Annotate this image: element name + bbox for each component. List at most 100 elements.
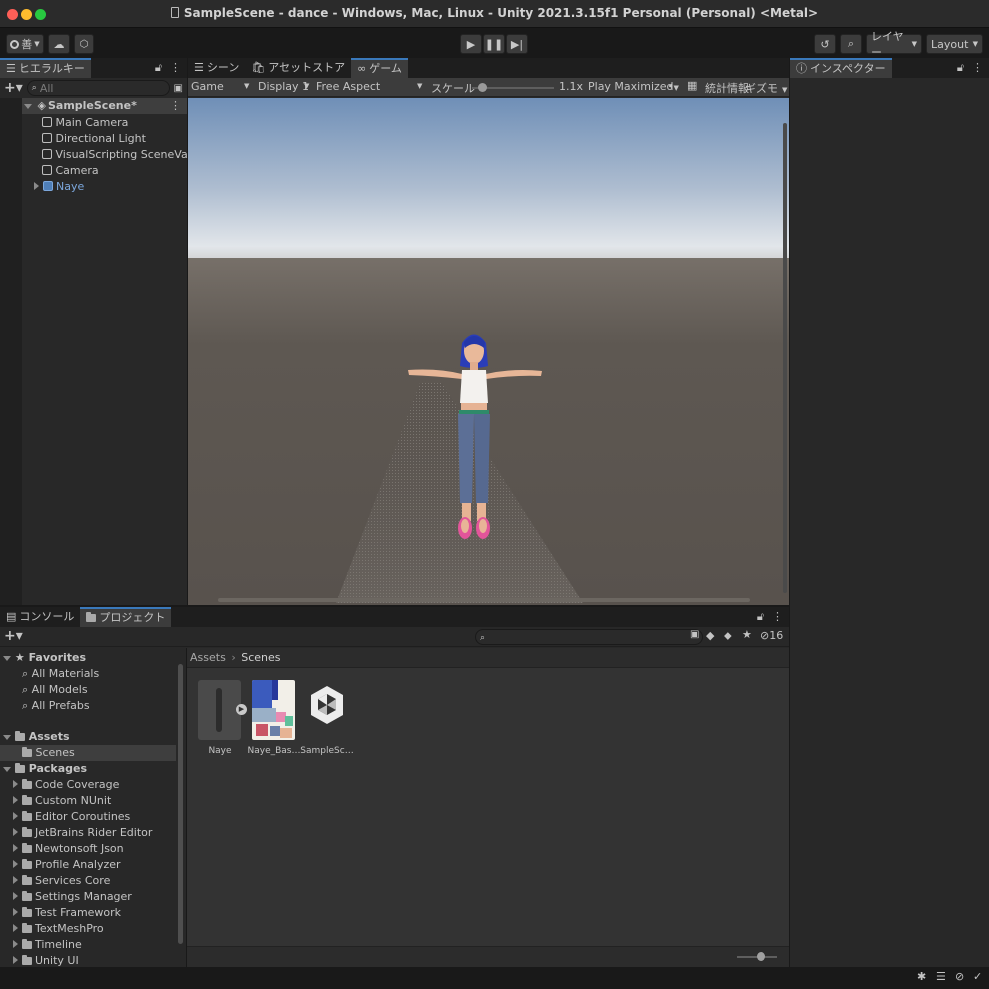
tab-game[interactable]: ∞ ゲーム bbox=[351, 58, 408, 78]
icon-size-slider[interactable] bbox=[737, 952, 777, 961]
package-item[interactable]: Newtonsoft Json bbox=[13, 841, 124, 857]
expand-arrow-icon[interactable] bbox=[13, 908, 18, 916]
expand-prefab-icon[interactable]: ▶ bbox=[236, 704, 247, 715]
tab-asset-store[interactable]: 🛍︎ アセットストア bbox=[245, 58, 351, 78]
tree-scrollbar[interactable] bbox=[178, 664, 183, 944]
hierarchy-search-input[interactable]: ⌕ All bbox=[26, 80, 170, 96]
package-item[interactable]: Timeline bbox=[13, 937, 82, 953]
package-item[interactable]: Test Framework bbox=[13, 905, 121, 921]
bug-icon[interactable]: ✱ bbox=[917, 970, 926, 983]
package-item[interactable]: Settings Manager bbox=[13, 889, 132, 905]
stats-button[interactable]: 統計情報 bbox=[705, 80, 749, 96]
add-icon[interactable]: +▾ bbox=[4, 80, 23, 96]
hierarchy-item[interactable]: Directional Light bbox=[42, 131, 146, 147]
step-button[interactable]: ▶| bbox=[506, 34, 528, 54]
slider-thumb[interactable] bbox=[757, 952, 765, 961]
package-item[interactable]: Profile Analyzer bbox=[13, 857, 121, 873]
breadcrumb-root[interactable]: Assets bbox=[190, 651, 226, 664]
package-item[interactable]: Unity UI bbox=[13, 953, 79, 967]
texture-thumbnail[interactable] bbox=[252, 680, 295, 740]
expand-arrow-icon[interactable] bbox=[13, 828, 18, 836]
tab-inspector[interactable]: ⓘ インスペクター bbox=[790, 58, 892, 78]
favorite-item[interactable]: ⌕ All Models bbox=[22, 682, 88, 698]
play-button[interactable]: ▶ bbox=[460, 34, 482, 54]
tab-hierarchy[interactable]: ☰ ヒエラルキー bbox=[0, 58, 91, 78]
lock-icon[interactable]: 🔓︎ bbox=[155, 61, 162, 75]
expand-arrow-icon[interactable] bbox=[13, 876, 18, 884]
folder-item-scenes[interactable]: Scenes bbox=[0, 745, 176, 761]
kebab-menu-icon[interactable]: ⋮ bbox=[170, 98, 181, 114]
tab-project[interactable]: プロジェクト bbox=[80, 607, 172, 627]
filter-icon[interactable]: ▣ bbox=[174, 83, 183, 94]
favorite-item[interactable]: ⌕ All Prefabs bbox=[22, 698, 90, 714]
tab-scene[interactable]: ☰ シーン bbox=[188, 58, 245, 78]
expand-arrow-icon[interactable] bbox=[13, 956, 18, 964]
expand-arrow-icon[interactable] bbox=[34, 182, 39, 190]
hierarchy-item[interactable]: Camera bbox=[42, 163, 99, 179]
layers-dropdown[interactable]: レイヤー ▼ bbox=[866, 30, 922, 59]
expand-arrow-icon[interactable] bbox=[3, 735, 11, 740]
scale-slider[interactable] bbox=[472, 83, 554, 92]
expand-arrow-icon[interactable] bbox=[13, 924, 18, 932]
favorite-icon[interactable]: ★ bbox=[742, 628, 752, 641]
package-item[interactable]: Services Core bbox=[13, 873, 110, 889]
package-item[interactable]: TextMeshPro bbox=[13, 921, 104, 937]
kebab-menu-icon[interactable]: ⋮ bbox=[772, 610, 783, 624]
label-filter-icon[interactable]: ⬥ bbox=[724, 629, 732, 643]
package-item[interactable]: Editor Coroutines bbox=[13, 809, 130, 825]
scene-row[interactable]: ◈ SampleScene* ⋮ bbox=[22, 98, 187, 114]
expand-arrow-icon[interactable] bbox=[24, 104, 32, 109]
play-mode-dropdown[interactable]: Play Maximized▼ bbox=[588, 80, 679, 93]
hierarchy-item[interactable]: Main Camera bbox=[42, 115, 128, 131]
breadcrumb-current[interactable]: Scenes bbox=[241, 651, 280, 664]
hidden-packages-icon[interactable]: ⊘16 bbox=[760, 629, 783, 642]
gizmos-dropdown[interactable]: ギズモ ▼ bbox=[745, 80, 787, 96]
expand-arrow-icon[interactable] bbox=[13, 812, 18, 820]
account-dropdown[interactable]: 善 ▼ bbox=[6, 34, 44, 54]
kebab-menu-icon[interactable]: ⋮ bbox=[170, 61, 181, 75]
type-filter-icon[interactable]: ◆ bbox=[706, 629, 714, 642]
search-filter-icon[interactable]: ▣ bbox=[690, 629, 699, 640]
unity-scene-icon[interactable] bbox=[307, 682, 347, 737]
packages-header[interactable]: Packages bbox=[3, 761, 87, 777]
game-mode-dropdown[interactable]: Game ▼ bbox=[191, 80, 251, 93]
expand-arrow-icon[interactable] bbox=[13, 892, 18, 900]
expand-arrow-icon[interactable] bbox=[13, 796, 18, 804]
package-item[interactable]: Custom NUnit bbox=[13, 793, 111, 809]
project-search-input[interactable]: ⌕ bbox=[475, 629, 703, 645]
favorites-header[interactable]: ★ Favorites bbox=[3, 650, 86, 666]
aspect-dropdown[interactable]: Free Aspect ▼ bbox=[316, 80, 426, 93]
expand-arrow-icon[interactable] bbox=[3, 656, 11, 661]
audio-mute-icon[interactable]: 🔈︎ bbox=[669, 79, 676, 93]
expand-arrow-icon[interactable] bbox=[3, 767, 11, 772]
game-view[interactable] bbox=[188, 98, 789, 605]
checkmark-icon[interactable]: ✓ bbox=[973, 970, 982, 983]
expand-arrow-icon[interactable] bbox=[13, 780, 18, 788]
cloud-button[interactable]: ☁ bbox=[48, 34, 70, 54]
expand-arrow-icon[interactable] bbox=[13, 940, 18, 948]
pause-button[interactable]: ❚❚ bbox=[483, 34, 505, 54]
lock-icon[interactable]: 🔓︎ bbox=[957, 61, 964, 75]
history-button[interactable]: ↺ bbox=[814, 34, 836, 54]
search-icon: ⌕ bbox=[31, 83, 37, 93]
package-item[interactable]: Code Coverage bbox=[13, 777, 119, 793]
lock-icon[interactable]: 🔓︎ bbox=[757, 610, 764, 624]
kebab-menu-icon[interactable]: ⋮ bbox=[972, 61, 983, 75]
collab-button[interactable]: ⬡ bbox=[74, 34, 94, 54]
expand-arrow-icon[interactable] bbox=[13, 860, 18, 868]
slider-thumb[interactable] bbox=[477, 83, 487, 92]
tab-console[interactable]: ▤ コンソール bbox=[0, 607, 80, 627]
expand-arrow-icon[interactable] bbox=[13, 844, 18, 852]
hierarchy-item-naye[interactable]: Naye bbox=[34, 179, 84, 195]
display-dropdown[interactable]: Display 1 ▼ bbox=[258, 80, 313, 93]
debug-mode-icon[interactable]: ⊘ bbox=[955, 970, 964, 983]
assets-header[interactable]: Assets bbox=[3, 729, 70, 745]
layout-dropdown[interactable]: Layout ▼ bbox=[926, 34, 983, 54]
package-item[interactable]: JetBrains Rider Editor bbox=[13, 825, 152, 841]
search-button[interactable]: ⌕ bbox=[840, 34, 862, 54]
database-icon[interactable]: ☰ bbox=[936, 970, 946, 983]
vertical-scrollbar[interactable] bbox=[783, 123, 787, 593]
grid-icon[interactable]: ▦ bbox=[687, 79, 697, 92]
add-icon[interactable]: +▾ bbox=[4, 628, 23, 644]
favorite-item[interactable]: ⌕ All Materials bbox=[22, 666, 99, 682]
